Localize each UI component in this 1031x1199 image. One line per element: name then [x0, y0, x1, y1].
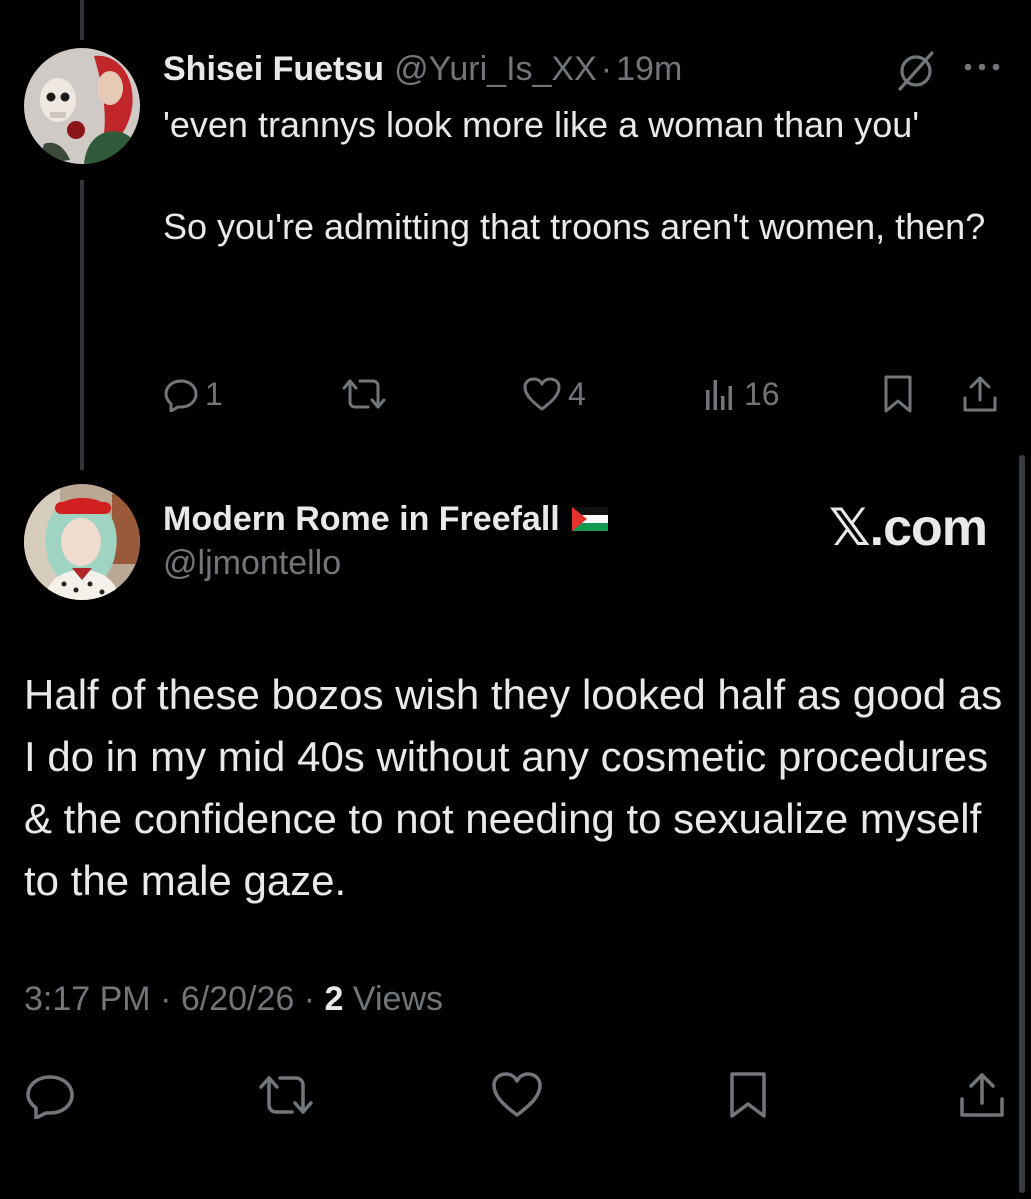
- reply-repost-button[interactable]: [340, 372, 388, 416]
- reply-icon: [164, 379, 198, 412]
- reply-like-count: 4: [568, 375, 586, 412]
- reply-views-count: 16: [744, 375, 780, 412]
- reply-views-button[interactable]: 16: [702, 372, 780, 416]
- meta-separator-1: ·: [160, 980, 172, 1018]
- reply-author-avatar[interactable]: [24, 48, 140, 164]
- palestine-flag-icon: [571, 507, 608, 531]
- reply-icon: [26, 1075, 74, 1119]
- repost-icon: [259, 1076, 313, 1114]
- like-icon: [523, 377, 561, 411]
- share-icon: [960, 1073, 1004, 1117]
- main-repost-button[interactable]: [256, 1071, 316, 1119]
- main-author-name-row: Modern Rome in Freefall: [163, 494, 608, 544]
- x-com-watermark: 𝕏.com: [828, 499, 988, 557]
- bookmark-icon: [884, 375, 912, 413]
- reply-text-paragraph-1: 'even trannys look more like a woman tha…: [163, 104, 920, 145]
- reply-bookmark-button[interactable]: [880, 372, 916, 416]
- reply-like-button[interactable]: 4: [522, 372, 586, 416]
- main-share-button[interactable]: [956, 1071, 1008, 1119]
- reply-text: 'even trannys look more like a woman tha…: [163, 100, 1003, 252]
- reply-timestamp[interactable]: 19m: [616, 50, 682, 89]
- reply-reply-button[interactable]: 1: [163, 372, 223, 416]
- main-like-button[interactable]: [490, 1071, 544, 1119]
- reply-header: Shisei Fuetsu @Yuri_Is_XX · 19m: [163, 44, 682, 94]
- reply-author-name[interactable]: Shisei Fuetsu: [163, 50, 384, 89]
- main-author-name[interactable]: Modern Rome in Freefall: [163, 500, 560, 539]
- reply-dot-separator: ·: [600, 49, 613, 88]
- main-post-views-count: 2: [324, 980, 344, 1018]
- main-post-text: Half of these bozos wish they looked hal…: [24, 671, 1003, 904]
- reply-reply-count: 1: [205, 375, 223, 412]
- main-reply-button[interactable]: [24, 1071, 76, 1119]
- thread-connector-top: [80, 0, 84, 40]
- thread-connector: [80, 180, 84, 470]
- repost-icon: [342, 379, 386, 409]
- meta-separator-2: ·: [303, 980, 316, 1018]
- main-bookmark-button[interactable]: [724, 1071, 772, 1119]
- reply-text-paragraph-2: So you're admitting that troons aren't w…: [163, 206, 986, 247]
- views-icon: [706, 380, 732, 410]
- bookmark-icon: [730, 1072, 766, 1118]
- grok-icon[interactable]: [895, 50, 937, 92]
- main-post-date[interactable]: 6/20/26: [181, 980, 294, 1018]
- main-author-handle[interactable]: @ljmontello: [163, 544, 341, 583]
- share-icon: [963, 376, 997, 412]
- main-author-avatar[interactable]: [24, 484, 140, 600]
- main-post-time[interactable]: 3:17 PM: [24, 980, 151, 1018]
- main-post-views-label[interactable]: Views: [353, 980, 443, 1018]
- more-icon[interactable]: [960, 52, 1004, 82]
- main-post-metadata: 3:17 PM · 6/20/26 · 2 Views: [24, 980, 443, 1019]
- reply-author-handle[interactable]: @Yuri_Is_XX: [394, 50, 597, 89]
- reply-share-button[interactable]: [960, 372, 1000, 416]
- like-icon: [492, 1072, 542, 1117]
- scrollbar[interactable]: [1019, 455, 1025, 1193]
